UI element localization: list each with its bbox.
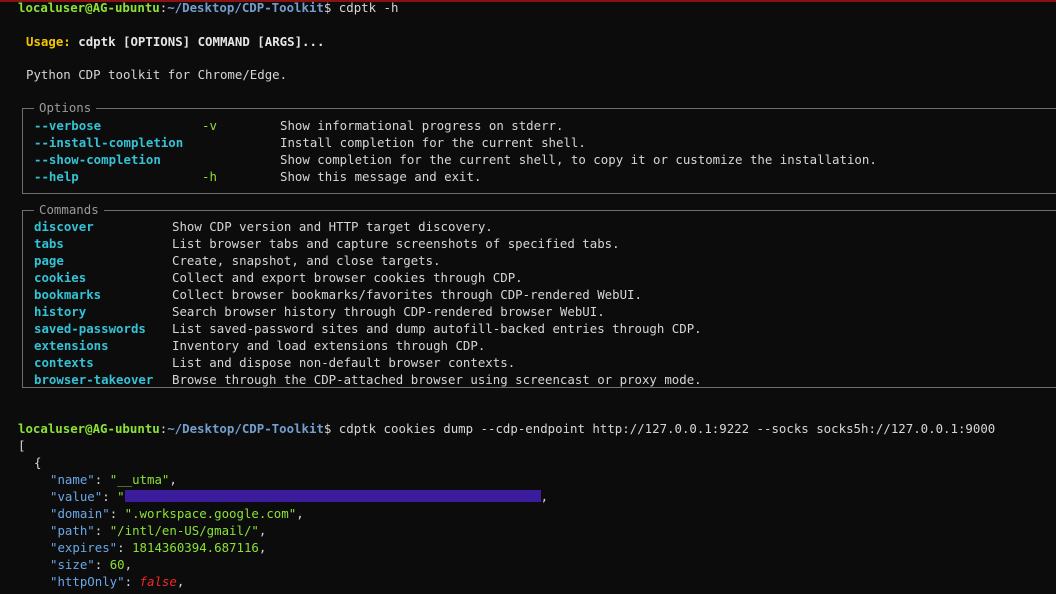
json-open-bracket: [ xyxy=(18,438,26,453)
usage-line: Usage: cdptk [OPTIONS] COMMAND [ARGS]... xyxy=(26,34,324,51)
command-desc: List saved-password sites and dump autof… xyxy=(172,321,702,336)
json-value: 60 xyxy=(109,557,125,572)
option-desc: Show this message and exit. xyxy=(280,169,482,184)
command-row: bookmarks Collect browser bookmarks/favor… xyxy=(34,287,642,304)
option-short: -h xyxy=(202,169,217,184)
command-name: tabs xyxy=(34,236,64,251)
json-value: "__utma" xyxy=(109,472,170,487)
command-row: page Create, snapshot, and close targets. xyxy=(34,253,441,270)
command-row: tabs List browser tabs and capture screen… xyxy=(34,236,620,253)
option-short: -v xyxy=(202,118,217,133)
command-row: history Search browser history through CD… xyxy=(34,304,605,321)
command-desc: Collect browser bookmarks/favorites thro… xyxy=(172,287,642,302)
command-row: saved-passwords List saved-password sites… xyxy=(34,321,702,338)
command-name: saved-passwords xyxy=(34,321,146,336)
command-row: extensions Inventory and load extensions … xyxy=(34,338,485,355)
json-value-quote: " xyxy=(117,489,125,504)
option-desc: Install completion for the current shell… xyxy=(280,135,586,150)
json-field-value: "value": ", xyxy=(50,489,549,504)
json-key: "expires" xyxy=(50,540,118,555)
options-title: Options xyxy=(34,100,97,117)
command-name: cookies xyxy=(34,270,87,285)
command-name: extensions xyxy=(34,338,109,353)
command-row: browser-takeover Browse through the CDP-a… xyxy=(34,372,702,389)
description-line: Python CDP toolkit for Chrome/Edge. xyxy=(26,67,288,82)
json-field-size: "size": 60, xyxy=(50,557,133,572)
json-key: "path" xyxy=(50,523,95,538)
option-row: --show-completion Show completion for the… xyxy=(34,152,877,169)
option-row: --verbose -v Show informational progress o… xyxy=(34,118,563,135)
json-key: "name" xyxy=(50,472,95,487)
prompt-command: cdptk -h xyxy=(338,0,399,15)
command-name: history xyxy=(34,304,87,319)
option-flag: --help xyxy=(34,169,79,184)
option-row: --help -h Show this message and exit. xyxy=(34,169,481,186)
option-flag: --install-completion xyxy=(34,135,184,150)
command-name: browser-takeover xyxy=(34,372,154,387)
option-desc: Show completion for the current shell, t… xyxy=(280,152,877,167)
command-name: contexts xyxy=(34,355,94,370)
prompt-line-2: localuser@AG-ubuntu:~/Desktop/CDP-Toolki… xyxy=(18,421,996,436)
command-row: contexts List and dispose non-default bro… xyxy=(34,355,515,372)
prompt-path: ~/Desktop/CDP-Toolkit xyxy=(167,421,324,436)
json-key: "value" xyxy=(50,489,103,504)
terminal-window[interactable]: localuser@AG-ubuntu:~/Desktop/CDP-Toolki… xyxy=(0,0,1056,594)
prompt-path: ~/Desktop/CDP-Toolkit xyxy=(167,0,324,15)
prompt-command: cdptk cookies dump --cdp-endpoint http:/… xyxy=(338,421,996,436)
json-value: ".workspace.google.com" xyxy=(124,506,297,521)
command-desc: Search browser history through CDP-rende… xyxy=(172,304,605,319)
usage-label: Usage: xyxy=(26,34,71,49)
command-desc: Create, snapshot, and close targets. xyxy=(172,253,441,268)
prompt-user-host: localuser@AG-ubuntu xyxy=(18,0,160,15)
command-name: page xyxy=(34,253,64,268)
usage-text: cdptk [OPTIONS] COMMAND [ARGS]... xyxy=(78,34,325,49)
command-name: discover xyxy=(34,219,94,234)
json-value: false xyxy=(139,574,177,589)
option-flag: --show-completion xyxy=(34,152,161,167)
json-open-brace: { xyxy=(34,455,42,470)
command-desc: Show CDP version and HTTP target discove… xyxy=(172,219,493,234)
command-row: cookies Collect and export browser cookie… xyxy=(34,270,523,287)
commands-title: Commands xyxy=(34,202,104,219)
json-field-path: "path": "/intl/en-US/gmail/", xyxy=(50,523,267,538)
json-value: 1814360394.687116 xyxy=(132,540,259,555)
json-field-expires: "expires": 1814360394.687116, xyxy=(50,540,267,555)
json-key: "size" xyxy=(50,557,95,572)
redaction-bar xyxy=(124,490,541,502)
command-desc: List and dispose non-default browser con… xyxy=(172,355,516,370)
json-field-httponly: "httpOnly": false, xyxy=(50,574,185,589)
json-field-domain: "domain": ".workspace.google.com", xyxy=(50,506,304,521)
json-value: "/intl/en-US/gmail/" xyxy=(109,523,259,538)
json-field-name: "name": "__utma", xyxy=(50,472,177,487)
option-row: --install-completion Install completion f… xyxy=(34,135,586,152)
command-desc: Browse through the CDP-attached browser … xyxy=(172,372,702,387)
command-row: discover Show CDP version and HTTP target… xyxy=(34,219,493,236)
option-flag: --verbose xyxy=(34,118,102,133)
json-key: "domain" xyxy=(50,506,110,521)
prompt-line-1: localuser@AG-ubuntu:~/Desktop/CDP-Toolki… xyxy=(18,0,399,15)
prompt-user-host: localuser@AG-ubuntu xyxy=(18,421,160,436)
command-desc: Collect and export browser cookies throu… xyxy=(172,270,523,285)
option-desc: Show informational progress on stderr. xyxy=(280,118,564,133)
command-desc: List browser tabs and capture screenshot… xyxy=(172,236,620,251)
command-name: bookmarks xyxy=(34,287,102,302)
json-key: "httpOnly" xyxy=(50,574,125,589)
command-desc: Inventory and load extensions through CD… xyxy=(172,338,486,353)
